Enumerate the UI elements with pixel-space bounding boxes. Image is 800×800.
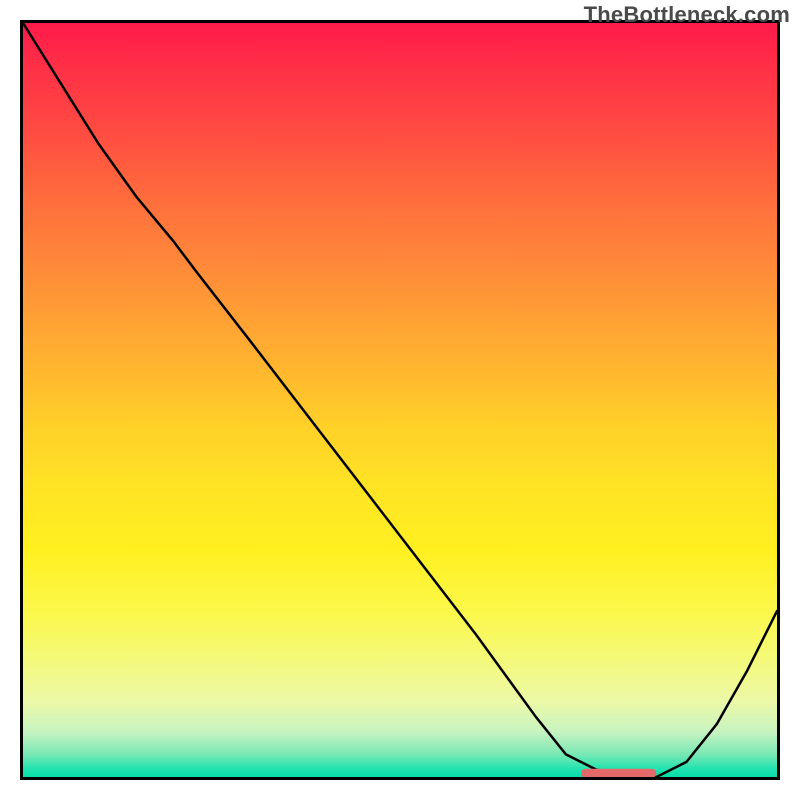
bottleneck-curve xyxy=(23,23,777,777)
optimal-range-marker xyxy=(581,769,656,778)
chart-frame xyxy=(20,20,780,780)
chart-overlay xyxy=(23,23,777,777)
watermark-text: TheBottleneck.com xyxy=(584,2,790,28)
